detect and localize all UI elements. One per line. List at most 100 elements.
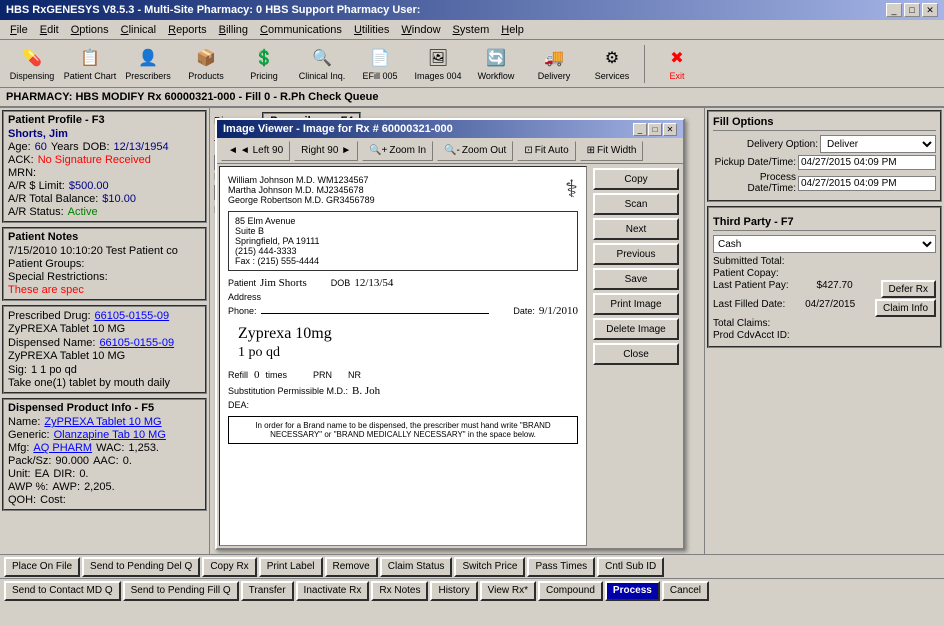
switch-price-button[interactable]: Switch Price bbox=[454, 557, 525, 577]
patient-mrn-row: MRN: bbox=[8, 167, 201, 179]
process-date-input[interactable] bbox=[798, 176, 936, 191]
prescribed-drug-ndc[interactable]: 66105-0155-09 bbox=[95, 310, 170, 322]
last-filled-date-value: 04/27/2015 bbox=[805, 299, 855, 317]
menu-options[interactable]: Options bbox=[65, 22, 115, 38]
process-button[interactable]: Process bbox=[605, 581, 660, 601]
toolbar-delivery[interactable]: 🚚 Delivery bbox=[526, 42, 582, 86]
pickup-date-input[interactable] bbox=[798, 155, 936, 170]
delete-image-button[interactable]: Delete Image bbox=[593, 318, 679, 340]
menu-window[interactable]: Window bbox=[395, 22, 446, 38]
close-button[interactable]: ✕ bbox=[922, 3, 938, 17]
last-patient-pay-label: Last Patient Pay: bbox=[713, 280, 789, 298]
maximize-button[interactable]: □ bbox=[904, 3, 920, 17]
compound-button[interactable]: Compound bbox=[538, 581, 603, 601]
cntl-sub-id-button[interactable]: Cntl Sub ID bbox=[597, 557, 664, 577]
prescribed-drug-label: Prescribed Drug: bbox=[8, 310, 91, 322]
clinical-inq-icon: 🔍 bbox=[310, 46, 334, 70]
pass-times-button[interactable]: Pass Times bbox=[527, 557, 595, 577]
delivery-option-select[interactable]: Deliver bbox=[820, 135, 936, 153]
toolbar-services[interactable]: ⚙ Services bbox=[584, 42, 640, 86]
claim-info-button[interactable]: Claim Info bbox=[875, 299, 936, 317]
toolbar-products[interactable]: 📦 Products bbox=[178, 42, 234, 86]
send-to-pending-del-button[interactable]: Send to Pending Del Q bbox=[82, 557, 200, 577]
dialog-title-buttons[interactable]: _ □ ✕ bbox=[633, 123, 677, 136]
toolbar-workflow[interactable]: 🔄 Workflow bbox=[468, 42, 524, 86]
menu-reports[interactable]: Reports bbox=[162, 22, 213, 38]
dispensed-product-section: Dispensed Product Info - F5 Name: ZyPREX… bbox=[2, 398, 207, 511]
print-image-button[interactable]: Print Image bbox=[593, 293, 679, 315]
toolbar-prescribers[interactable]: 👤 Prescribers bbox=[120, 42, 176, 86]
rx-notes-button[interactable]: Rx Notes bbox=[371, 581, 428, 601]
previous-button[interactable]: Previous bbox=[593, 243, 679, 265]
rx-sub-label: Substitution Permissible M.D.: bbox=[228, 386, 348, 396]
history-button[interactable]: History bbox=[430, 581, 477, 601]
dp-awp-value: 2,205. bbox=[84, 481, 115, 493]
print-label-button[interactable]: Print Label bbox=[259, 557, 323, 577]
menu-billing[interactable]: Billing bbox=[213, 22, 254, 38]
next-button[interactable]: Next bbox=[593, 218, 679, 240]
minimize-button[interactable]: _ bbox=[886, 3, 902, 17]
rx-phone-label: Phone: bbox=[228, 306, 257, 316]
fit-auto-button[interactable]: ⊡ Fit Auto bbox=[517, 141, 575, 161]
zoom-out-button[interactable]: 🔍- Zoom Out bbox=[437, 141, 513, 161]
toolbar-images[interactable]: 🖼 Images 004 bbox=[410, 42, 466, 86]
remove-button[interactable]: Remove bbox=[325, 557, 378, 577]
total-claims-row: Total Claims: bbox=[713, 318, 936, 329]
toolbar-patient-chart[interactable]: 📋 Patient Chart bbox=[62, 42, 118, 86]
menu-utilities[interactable]: Utilities bbox=[348, 22, 395, 38]
ar-balance-value: $10.00 bbox=[102, 193, 136, 205]
menu-file[interactable]: File bbox=[4, 22, 34, 38]
menu-communications[interactable]: Communications bbox=[254, 22, 348, 38]
menu-edit[interactable]: Edit bbox=[34, 22, 65, 38]
close-dialog-button[interactable]: Close bbox=[593, 343, 679, 365]
zoom-in-button[interactable]: 🔍+ Zoom In bbox=[362, 141, 433, 161]
rx-phone-date-line: Phone: Date: 9/1/2010 bbox=[228, 305, 578, 317]
cancel-button[interactable]: Cancel bbox=[662, 581, 709, 601]
toolbar-clinical-inq[interactable]: 🔍 Clinical Inq. bbox=[294, 42, 350, 86]
copy-rx-button[interactable]: Copy Rx bbox=[202, 557, 256, 577]
dp-name-value[interactable]: ZyPREXA Tablet 10 MG bbox=[44, 416, 161, 428]
toolbar-dispensing[interactable]: 💊 Dispensing bbox=[4, 42, 60, 86]
toolbar-pricing[interactable]: 💲 Pricing bbox=[236, 42, 292, 86]
send-to-contact-md-button[interactable]: Send to Contact MD Q bbox=[4, 581, 121, 601]
view-rx-button[interactable]: View Rx* bbox=[480, 581, 536, 601]
scan-button[interactable]: Scan bbox=[593, 193, 679, 215]
copy-button[interactable]: Copy bbox=[593, 168, 679, 190]
claim-status-button[interactable]: Claim Status bbox=[380, 557, 453, 577]
left90-button[interactable]: ◄ ◄ Left 90 bbox=[221, 141, 290, 161]
dp-generic-value[interactable]: Olanzapine Tab 10 MG bbox=[54, 429, 166, 441]
ar-status-row: A/R Status: Active bbox=[8, 206, 201, 218]
image-viewer-dialog: Image Viewer - Image for Rx # 60000321-0… bbox=[215, 118, 685, 550]
transfer-button[interactable]: Transfer bbox=[241, 581, 294, 601]
dp-dir-label: DIR: bbox=[53, 468, 75, 480]
workflow-icon: 🔄 bbox=[484, 46, 508, 70]
sig-description: Take one(1) tablet by mouth daily bbox=[8, 377, 201, 389]
dialog-close-button[interactable]: ✕ bbox=[663, 123, 677, 136]
toolbar-separator bbox=[644, 45, 645, 83]
menu-clinical[interactable]: Clinical bbox=[115, 22, 162, 38]
right90-button[interactable]: Right 90 ► bbox=[294, 141, 358, 161]
patient-groups-label: Patient Groups: bbox=[8, 258, 201, 270]
menu-help[interactable]: Help bbox=[495, 22, 530, 38]
prod-cdv-label: Prod CdvAcct ID: bbox=[713, 330, 790, 341]
title-bar-buttons[interactable]: _ □ ✕ bbox=[886, 3, 938, 17]
dp-qoh-row: QOH: Cost: bbox=[8, 494, 201, 506]
toolbar-efill[interactable]: 📄 EFill 005 bbox=[352, 42, 408, 86]
dialog-maximize-button[interactable]: □ bbox=[648, 123, 662, 136]
rx-dea-line: DEA: bbox=[228, 400, 578, 410]
toolbar-exit[interactable]: ✖ Exit bbox=[649, 42, 705, 86]
third-party-select[interactable]: Cash bbox=[713, 235, 936, 253]
inactivate-rx-button[interactable]: Inactivate Rx bbox=[296, 581, 370, 601]
menu-system[interactable]: System bbox=[447, 22, 496, 38]
doctor1: William Johnson M.D. WM1234567 bbox=[228, 175, 578, 185]
save-button[interactable]: Save bbox=[593, 268, 679, 290]
dispensed-name-ndc[interactable]: 66105-0155-09 bbox=[99, 337, 174, 349]
process-date-row: Process Date/Time: bbox=[713, 172, 936, 194]
dialog-minimize-button[interactable]: _ bbox=[633, 123, 647, 136]
dp-mfg-value[interactable]: AQ PHARM bbox=[33, 442, 92, 454]
send-to-pending-fill-button[interactable]: Send to Pending Fill Q bbox=[123, 581, 239, 601]
fit-width-button[interactable]: ⊞ Fit Width bbox=[580, 141, 644, 161]
defer-rx-button[interactable]: Defer Rx bbox=[881, 280, 936, 298]
left-panel: Patient Profile - F3 Shorts, Jim Age: 60… bbox=[0, 108, 210, 554]
place-on-file-button[interactable]: Place On File bbox=[4, 557, 80, 577]
